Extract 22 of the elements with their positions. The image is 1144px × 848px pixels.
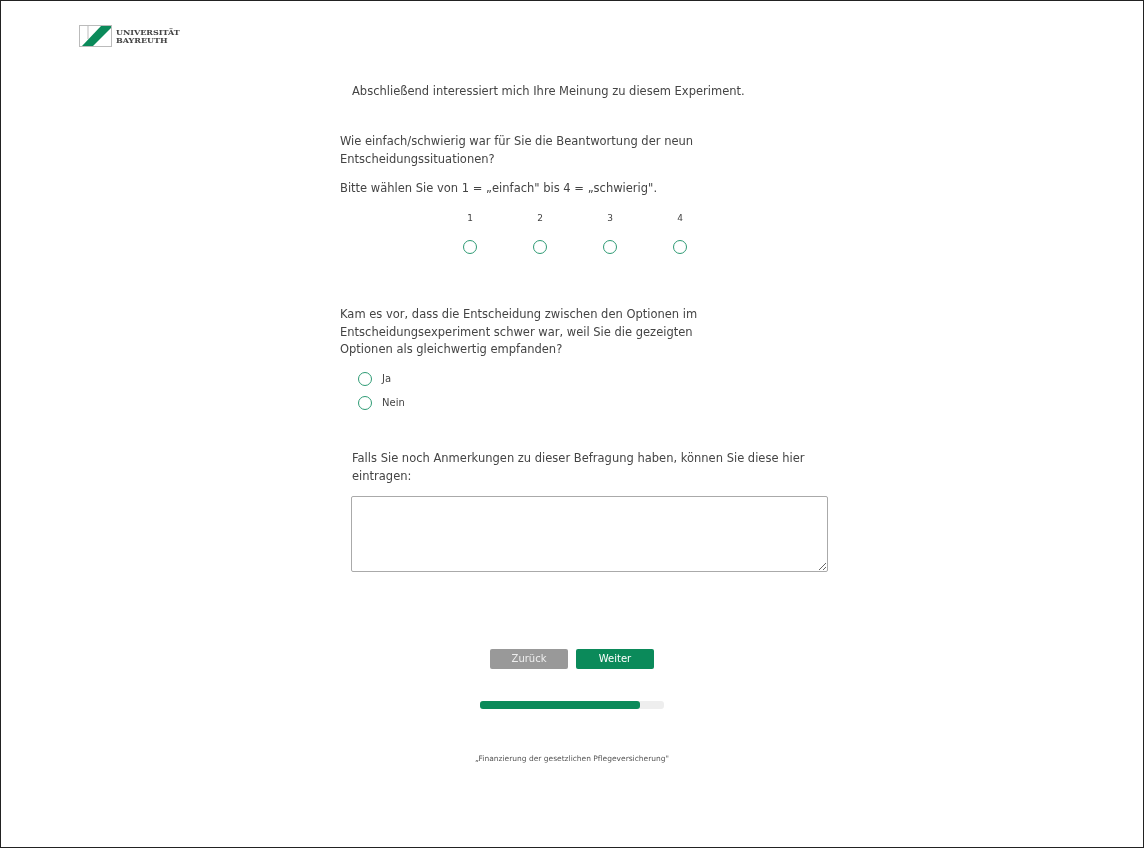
option-label: Nein (382, 396, 405, 411)
radio-button[interactable] (358, 395, 372, 410)
radio-button[interactable] (533, 239, 547, 254)
radio-button[interactable] (358, 371, 372, 386)
next-button[interactable]: Weiter (576, 648, 654, 669)
hint-text: Bitte wählen Sie von 1 = „einfach" bis 4 = „schwierig". (340, 180, 659, 198)
radio-button[interactable] (673, 239, 687, 254)
intro-text: Abschließend interessiert mich Ihre Meinung zu diesem Experiment. (352, 83, 746, 100)
question-text: Falls Sie noch Anmerkungen zu dieser Befragung haben, können Sie diese hier eintragen: (352, 450, 806, 485)
scale-label: 2 (537, 212, 543, 226)
back-button[interactable]: Zurück (490, 648, 568, 669)
scale-label: 1 (467, 212, 473, 226)
scale-label: 4 (677, 212, 683, 226)
logo-text: UNIVERSITÄT BAYREUTH (116, 28, 180, 44)
radio-button[interactable] (463, 239, 477, 254)
question-text: Wie einfach/schwierig war für Sie die Beantwortung der neun Entscheidungssituationen? (340, 132, 695, 168)
comment-field[interactable] (351, 495, 828, 572)
radio-button[interactable] (603, 239, 617, 254)
logo-icon (79, 25, 112, 47)
scale-label: 3 (607, 212, 613, 226)
question-text: Kam es vor, dass die Entscheidung zwischen den Optionen im Entscheidungsexperiment schwer war, weil Sie die gezeigten Optionen als gleichwertig empfanden? (340, 305, 699, 359)
option-label: Ja (382, 372, 392, 387)
